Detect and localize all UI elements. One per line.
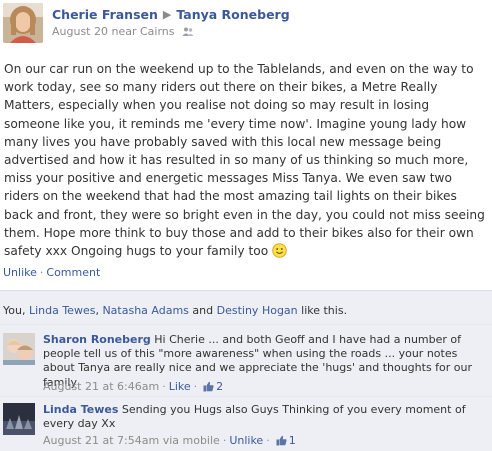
- comment-item: Sharon Roneberg Hi Cherie ... and both G…: [0, 325, 492, 396]
- likes-suffix: like this.: [297, 304, 348, 317]
- comment-like-link[interactable]: Like: [169, 380, 191, 393]
- likes-summary: You, Linda Tewes, Natasha Adams and Dest…: [0, 290, 492, 324]
- comment-unlike-link[interactable]: Unlike: [229, 434, 263, 447]
- liker-link[interactable]: Natasha Adams: [102, 304, 188, 317]
- post-body-text: On our car run on the weekend up to the …: [4, 62, 485, 259]
- author-avatar[interactable]: [3, 3, 43, 43]
- arrow-icon: ▶: [162, 8, 172, 21]
- comment-like-count[interactable]: 1: [289, 434, 296, 447]
- comment-timestamp[interactable]: August 21 at 6:46am: [43, 380, 159, 393]
- comment-text: Linda Tewes Sending you Hugs also Guys T…: [43, 403, 487, 431]
- commenter-name[interactable]: Linda Tewes: [43, 403, 118, 416]
- post-meta: August 20 near Cairns: [52, 25, 194, 40]
- post-timestamp[interactable]: August 20 near Cairns: [52, 25, 175, 38]
- comment-meta: August 21 at 7:54am via mobile · Unlike · 1: [43, 434, 296, 449]
- smiley-icon: [272, 243, 287, 258]
- post-names: Cherie Fransen ▶ Tanya Roneberg: [52, 7, 290, 22]
- commenter-name[interactable]: Sharon Roneberg: [43, 333, 151, 346]
- likes-and: and: [188, 304, 217, 317]
- meta-separator: ·: [222, 434, 227, 447]
- people-icon[interactable]: [182, 27, 194, 40]
- liker-link[interactable]: Destiny Hogan: [217, 304, 298, 317]
- post-actions: Unlike · Comment: [3, 266, 100, 279]
- thumbs-up-icon[interactable]: [276, 435, 287, 449]
- comment-item: Linda Tewes Sending you Hugs also Guys T…: [0, 397, 492, 451]
- recipient-link[interactable]: Tanya Roneberg: [176, 7, 289, 22]
- comment-link[interactable]: Comment: [46, 266, 100, 279]
- action-separator: ·: [39, 266, 44, 279]
- post-header: Cherie Fransen ▶ Tanya Roneberg August 20 …: [0, 0, 492, 46]
- likes-prefix: You,: [3, 304, 29, 317]
- post-body: On our car run on the weekend up to the …: [4, 60, 488, 260]
- author-link[interactable]: Cherie Fransen: [52, 7, 158, 22]
- commenter-avatar[interactable]: [3, 403, 35, 435]
- comment-like-count[interactable]: 2: [216, 380, 223, 393]
- meta-separator: ·: [266, 434, 270, 447]
- comment-meta: August 21 at 6:46am · Like · 2: [43, 380, 223, 395]
- thumbs-up-icon[interactable]: [203, 381, 214, 395]
- liker-link[interactable]: Linda Tewes: [29, 304, 96, 317]
- meta-separator: ·: [162, 380, 166, 393]
- comment-timestamp[interactable]: August 21 at 7:54am via mobile: [43, 434, 220, 447]
- meta-separator: ·: [193, 380, 198, 393]
- unlike-link[interactable]: Unlike: [3, 266, 37, 279]
- commenter-avatar[interactable]: [3, 333, 35, 365]
